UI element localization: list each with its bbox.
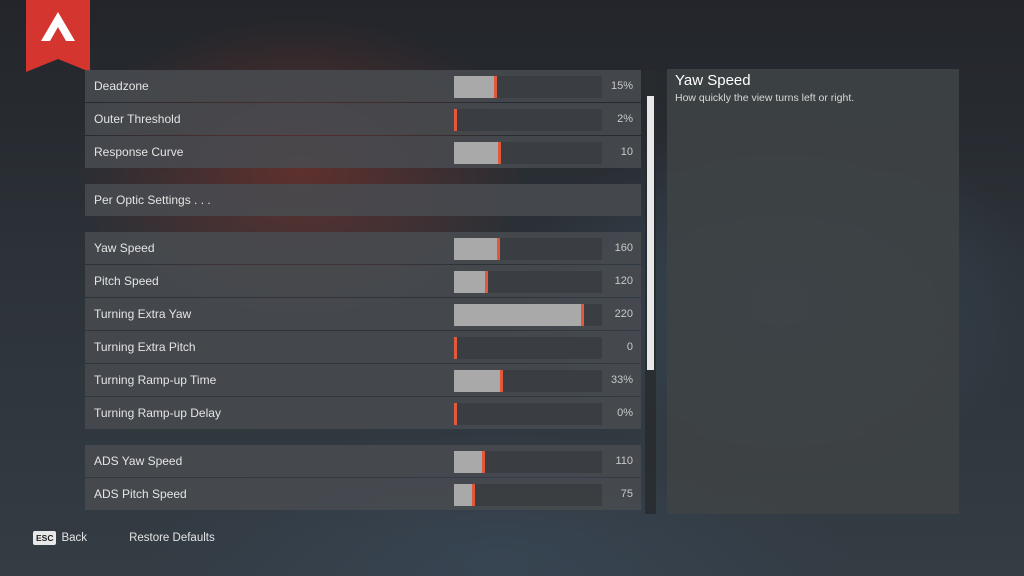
slider-fill (454, 76, 497, 98)
game-logo-banner (26, 0, 90, 72)
setting-slider[interactable] (454, 403, 602, 425)
setting-label: Pitch Speed (94, 274, 159, 288)
setting-slider[interactable] (454, 451, 602, 473)
slider-fill (454, 238, 500, 260)
description-text: How quickly the view turns left or right… (675, 92, 855, 104)
setting-label: Turning Extra Pitch (94, 340, 196, 354)
setting-slider[interactable] (454, 370, 602, 392)
setting-row-ads-yaw-speed[interactable]: ADS Yaw Speed 110 (85, 445, 641, 477)
setting-label: Deadzone (94, 79, 149, 93)
settings-group: Per Optic Settings . . . (85, 184, 641, 216)
setting-row-outer-threshold[interactable]: Outer Threshold 2% (85, 103, 641, 135)
setting-row-turning-ramp-up-time[interactable]: Turning Ramp-up Time 33% (85, 364, 641, 396)
slider-fill (454, 370, 503, 392)
setting-value: 15% (610, 80, 633, 92)
setting-label: Turning Ramp-up Delay (94, 406, 221, 420)
back-button[interactable]: Back (61, 532, 87, 544)
footer-bar: ESC Back Restore Defaults (33, 528, 215, 548)
setting-slider[interactable] (454, 76, 602, 98)
setting-label: Response Curve (94, 145, 184, 159)
setting-slider[interactable] (454, 484, 602, 506)
setting-row-response-curve[interactable]: Response Curve 10 (85, 136, 641, 168)
setting-row-deadzone[interactable]: Deadzone 15% (85, 70, 641, 102)
setting-row-per-optic-settings[interactable]: Per Optic Settings . . . (85, 184, 641, 216)
esc-key-badge: ESC (33, 531, 57, 545)
setting-value: 0 (626, 341, 633, 353)
setting-value: 110 (615, 455, 633, 467)
apex-logo-icon (41, 12, 75, 41)
slider-fill (454, 484, 475, 506)
setting-label: ADS Pitch Speed (94, 487, 187, 501)
setting-value: 10 (620, 146, 633, 158)
setting-label: ADS Yaw Speed (94, 454, 183, 468)
setting-row-pitch-speed[interactable]: Pitch Speed 120 (85, 265, 641, 297)
setting-row-turning-ramp-up-delay[interactable]: Turning Ramp-up Delay 0% (85, 397, 641, 429)
setting-label: Per Optic Settings . . . (94, 193, 211, 207)
setting-value: 120 (614, 275, 633, 287)
setting-value: 2% (617, 113, 633, 125)
settings-group: ADS Yaw Speed 110 ADS Pitch Speed 75 (85, 445, 641, 510)
setting-slider[interactable] (454, 271, 602, 293)
setting-row-yaw-speed[interactable]: Yaw Speed 160 (85, 232, 641, 264)
setting-label: Turning Extra Yaw (94, 307, 192, 321)
controller-settings-list: Deadzone 15% Outer Threshold 2% Response Cur… (85, 70, 641, 514)
setting-row-turning-extra-yaw[interactable]: Turning Extra Yaw 220 (85, 298, 641, 330)
setting-value: 33% (610, 374, 633, 386)
settings-group: Deadzone 15% Outer Threshold 2% Response Cur… (85, 70, 641, 168)
setting-label: Outer Threshold (94, 112, 181, 126)
setting-label: Turning Ramp-up Time (94, 373, 217, 387)
slider-fill (454, 142, 502, 164)
setting-value: 220 (614, 308, 633, 320)
setting-slider[interactable] (454, 142, 602, 164)
slider-fill (454, 337, 457, 359)
setting-slider[interactable] (454, 337, 602, 359)
slider-fill (454, 403, 457, 425)
setting-row-turning-extra-pitch[interactable]: Turning Extra Pitch 0 (85, 331, 641, 363)
slider-fill (454, 304, 585, 326)
setting-slider[interactable] (454, 304, 602, 326)
setting-slider[interactable] (454, 109, 602, 131)
setting-value: 75 (620, 488, 633, 500)
setting-value: 160 (614, 242, 633, 254)
setting-slider[interactable] (454, 238, 602, 260)
scrollbar-thumb[interactable] (647, 96, 654, 370)
slider-fill (454, 451, 486, 473)
setting-row-ads-pitch-speed[interactable]: ADS Pitch Speed 75 (85, 478, 641, 510)
description-title: Yaw Speed (675, 72, 751, 89)
settings-group: Yaw Speed 160 Pitch Speed 120 Turning Extra … (85, 232, 641, 429)
setting-label: Yaw Speed (94, 241, 155, 255)
restore-defaults-button[interactable]: Restore Defaults (129, 532, 215, 544)
setting-description-panel: Yaw Speed How quickly the view turns lef… (667, 69, 959, 514)
settings-scrollbar[interactable] (645, 70, 656, 514)
slider-fill (454, 109, 457, 131)
setting-value: 0% (617, 407, 633, 419)
slider-fill (454, 271, 489, 293)
